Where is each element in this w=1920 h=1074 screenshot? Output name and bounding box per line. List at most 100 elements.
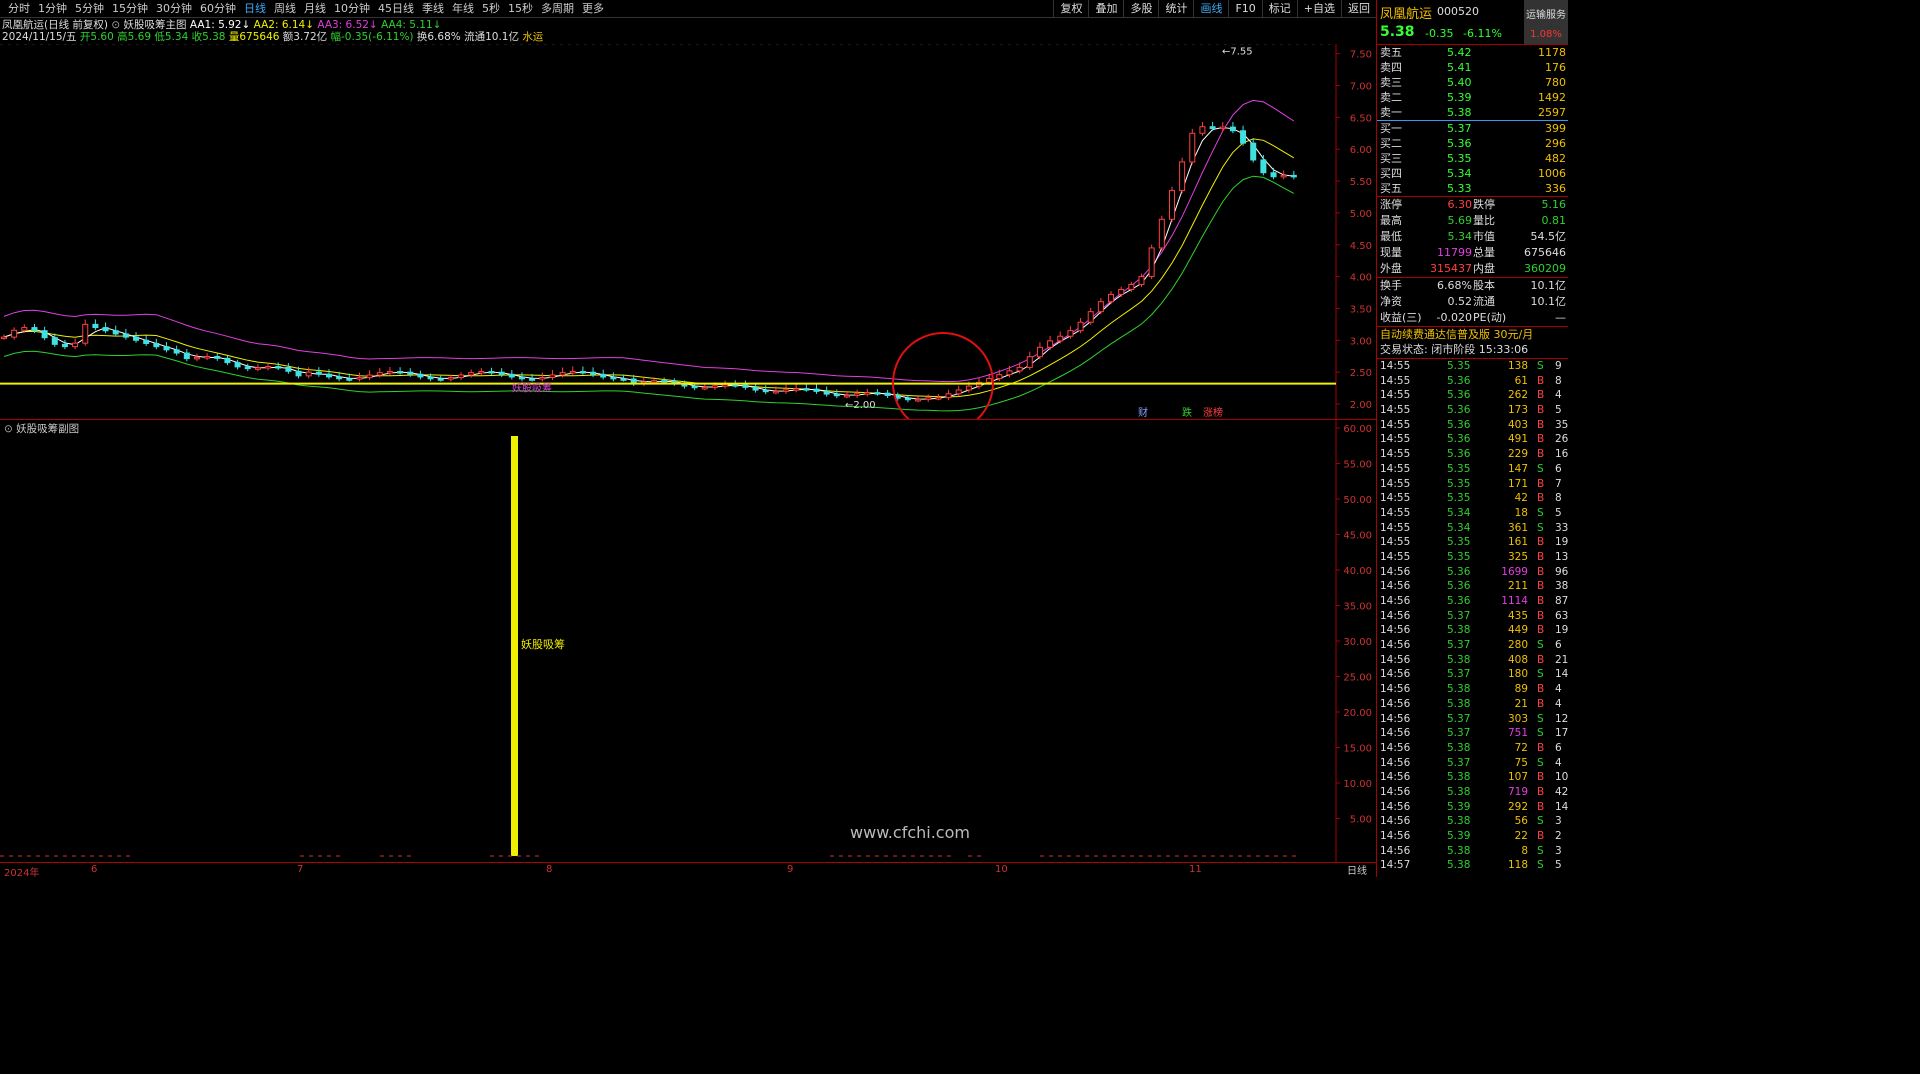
candle-body[interactable] (224, 357, 231, 364)
toolbar-button[interactable]: 多股 (1123, 0, 1158, 18)
order-book-row[interactable]: 买三 5.35 482 (1377, 151, 1568, 166)
candle-body[interactable] (31, 327, 38, 332)
candle-body[interactable] (346, 378, 353, 381)
tick-row[interactable]: 14:57 5.38 118 S 5 (1377, 858, 1568, 873)
candle-body[interactable] (72, 342, 79, 348)
tick-row[interactable]: 14:56 5.37 75 S 4 (1377, 756, 1568, 771)
candle-body[interactable] (122, 333, 129, 338)
order-book-row[interactable]: 买二 5.36 296 (1377, 136, 1568, 151)
period-tab[interactable]: 5分钟 (71, 2, 108, 16)
period-tab[interactable]: 日线 (240, 2, 270, 16)
period-tab[interactable]: 更多 (578, 2, 608, 16)
tick-row[interactable]: 14:56 5.38 56 S 3 (1377, 814, 1568, 829)
candle-body[interactable] (539, 376, 546, 380)
candle-body[interactable] (986, 378, 993, 383)
candle-body[interactable] (925, 397, 932, 400)
candle-body[interactable] (1168, 190, 1175, 220)
candle-body[interactable] (742, 384, 749, 388)
candle-body[interactable] (326, 373, 332, 378)
tick-row[interactable]: 14:56 5.39 22 B 2 (1377, 829, 1568, 844)
candle-body[interactable] (945, 393, 952, 399)
candle-body[interactable] (376, 372, 383, 376)
toolbar-button[interactable]: 统计 (1158, 0, 1193, 18)
candle-body[interactable] (498, 371, 505, 375)
candle-body[interactable] (1158, 218, 1165, 249)
candle-body[interactable] (996, 374, 1003, 380)
candle-body[interactable] (1057, 335, 1064, 342)
candle-body[interactable] (336, 376, 343, 380)
candle-body[interactable] (397, 371, 404, 374)
candle-body[interactable] (884, 392, 891, 396)
tick-row[interactable]: 14:56 5.38 72 B 6 (1377, 741, 1568, 756)
candle-body[interactable] (803, 388, 810, 391)
tick-row[interactable]: 14:55 5.35 161 B 19 (1377, 535, 1568, 550)
candle-body[interactable] (366, 374, 373, 379)
candle-body[interactable] (813, 388, 820, 392)
candle-body[interactable] (478, 371, 485, 374)
subscription-ad[interactable]: 自动续费通达信普及版 30元/月 (1377, 326, 1568, 342)
tick-row[interactable]: 14:55 5.35 138 S 9 (1377, 359, 1568, 374)
period-label[interactable]: 日线 (1338, 862, 1376, 877)
candle-body[interactable] (1047, 340, 1054, 348)
event-label[interactable]: 财 (1138, 406, 1148, 419)
candle-body[interactable] (173, 349, 180, 354)
candle-body[interactable] (722, 384, 729, 387)
candle-body[interactable] (112, 330, 119, 335)
toolbar-button[interactable]: 画线 (1193, 0, 1228, 18)
period-tab[interactable]: 45日线 (374, 2, 418, 16)
tick-row[interactable]: 14:55 5.36 491 B 26 (1377, 432, 1568, 447)
tick-row[interactable]: 14:55 5.36 262 B 4 (1377, 388, 1568, 403)
candle-body[interactable] (935, 397, 942, 400)
period-tab[interactable]: 30分钟 (152, 2, 196, 16)
main-candlestick-chart[interactable]: 7.50 7.00 6.50 6.00 5.50 5.00 4.50 4.00 3.50 3.00… (0, 44, 1376, 419)
tick-row[interactable]: 14:55 5.34 361 S 33 (1377, 521, 1568, 536)
period-tab[interactable]: 5秒 (478, 2, 504, 16)
candle-body[interactable] (407, 371, 414, 375)
period-tab[interactable]: 1分钟 (34, 2, 71, 16)
candle-body[interactable] (772, 390, 779, 394)
candle-body[interactable] (488, 371, 495, 374)
tick-row[interactable]: 14:55 5.36 403 B 35 (1377, 418, 1568, 433)
order-book-row[interactable]: 卖二 5.39 1492 (1377, 90, 1568, 105)
tick-row[interactable]: 14:55 5.35 147 S 6 (1377, 462, 1568, 477)
tick-row[interactable]: 14:56 5.38 21 B 4 (1377, 697, 1568, 712)
candle-body[interactable] (1179, 161, 1186, 192)
candle-body[interactable] (102, 327, 109, 332)
candle-body[interactable] (752, 386, 759, 391)
tick-row[interactable]: 14:56 5.36 1699 B 96 (1377, 565, 1568, 580)
tick-row[interactable]: 14:56 5.37 435 B 63 (1377, 609, 1568, 624)
tick-row[interactable]: 14:55 5.36 173 B 5 (1377, 403, 1568, 418)
candle-body[interactable] (1077, 321, 1084, 332)
candle-body[interactable] (417, 373, 424, 378)
tick-row[interactable]: 14:56 5.38 408 B 21 (1377, 653, 1568, 668)
candle-body[interactable] (1290, 174, 1297, 178)
candle-body[interactable] (1209, 126, 1216, 130)
toolbar-button[interactable]: +自选 (1296, 0, 1341, 18)
period-tab[interactable]: 季线 (418, 2, 448, 16)
tick-row[interactable]: 14:55 5.35 325 B 13 (1377, 550, 1568, 565)
tick-row[interactable]: 14:56 5.37 180 S 14 (1377, 667, 1568, 682)
candle-body[interactable] (214, 356, 221, 359)
tick-list[interactable]: 14:55 5.35 138 S 9 14:55 5.36 61 B 8 14:55 5.36 262 B… (1377, 359, 1568, 873)
candle-body[interactable] (1016, 366, 1023, 372)
candle-body[interactable] (610, 376, 617, 380)
order-book-row[interactable]: 买四 5.34 1006 (1377, 166, 1568, 181)
candle-body[interactable] (1006, 370, 1013, 376)
order-book-row[interactable]: 卖一 5.38 2597 (1377, 105, 1568, 120)
candle-body[interactable] (244, 366, 251, 370)
event-label[interactable]: 涨榜 (1203, 406, 1223, 419)
toolbar-button[interactable]: 返回 (1341, 0, 1376, 18)
period-tab[interactable]: 15分钟 (108, 2, 152, 16)
candle-body[interactable] (295, 370, 302, 377)
candle-body[interactable] (1128, 283, 1135, 290)
candle-body[interactable] (1138, 276, 1145, 285)
candle-body[interactable] (143, 339, 150, 344)
period-tab[interactable]: 60分钟 (196, 2, 240, 16)
tick-row[interactable]: 14:56 5.37 751 S 17 (1377, 726, 1568, 741)
candle-body[interactable] (61, 343, 68, 348)
candle-body[interactable] (458, 374, 465, 379)
highlight-circle[interactable] (892, 332, 994, 419)
candle-body[interactable] (518, 376, 525, 380)
candle-body[interactable] (904, 397, 911, 401)
candle-body[interactable] (1219, 126, 1226, 130)
